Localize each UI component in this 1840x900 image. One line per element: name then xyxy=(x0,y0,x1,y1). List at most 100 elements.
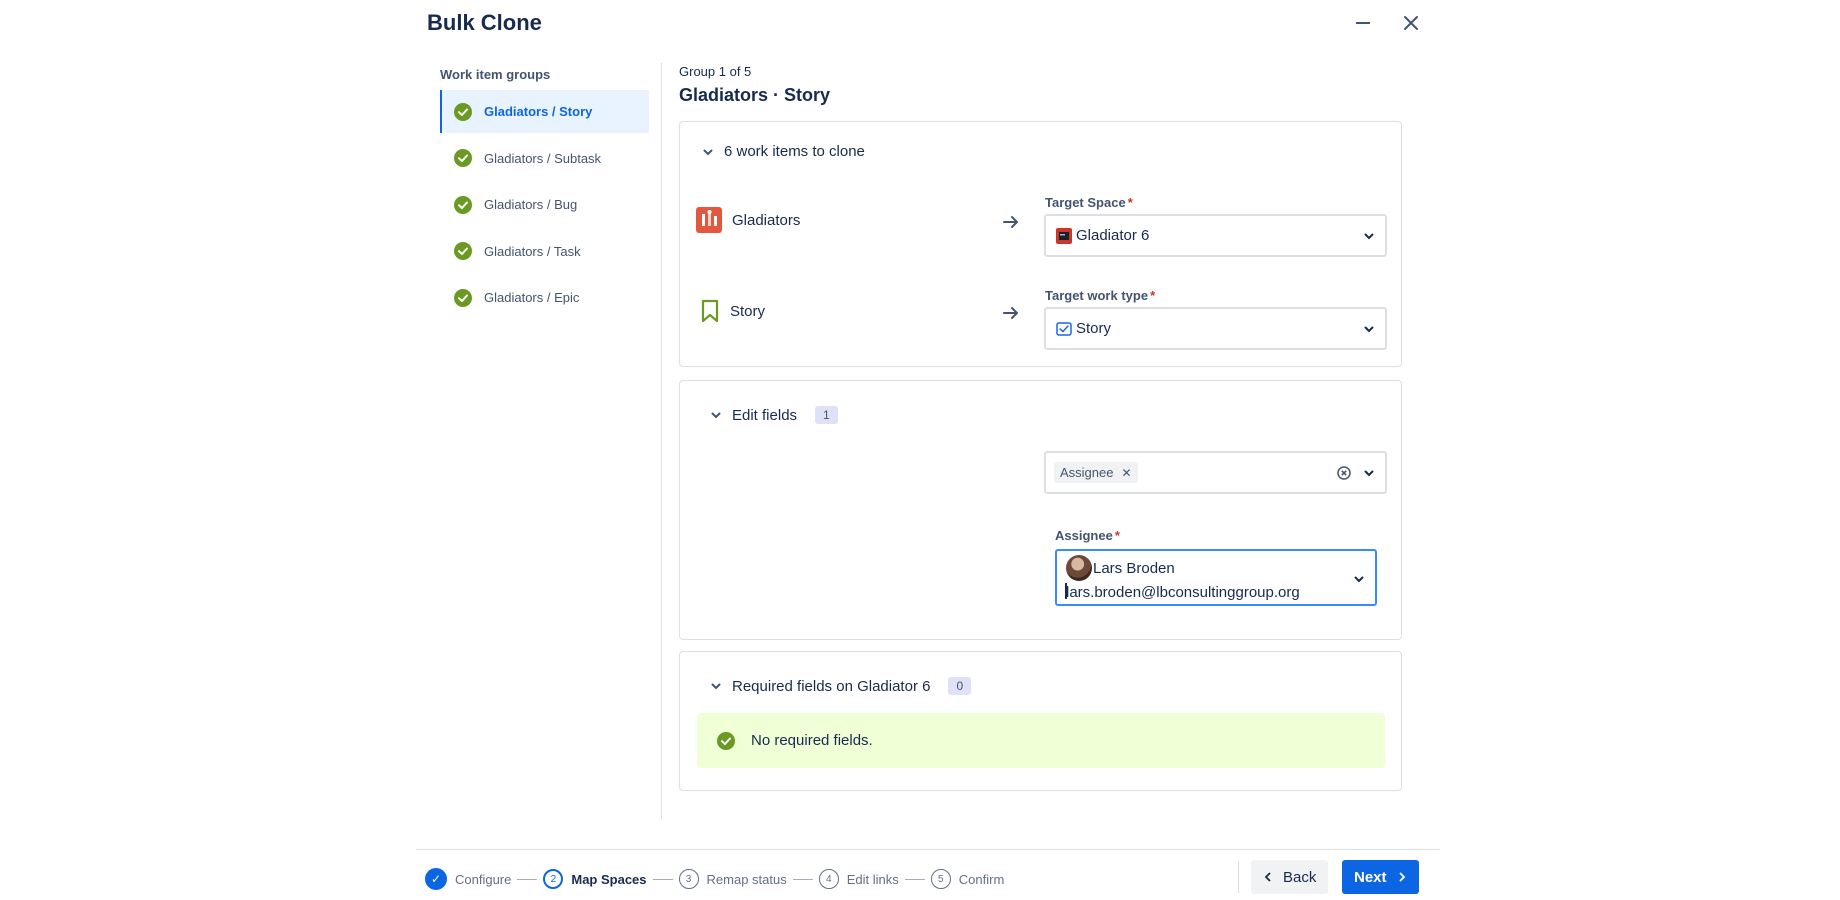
chevron-down-icon xyxy=(1354,576,1364,583)
fields-multiselect[interactable]: Assignee ✕ xyxy=(1044,451,1387,494)
edit-fields-heading: Edit fields xyxy=(732,406,798,424)
step-configure[interactable]: ✓ Configure xyxy=(425,868,511,890)
step-number: 4 xyxy=(818,869,839,889)
chevron-down-icon xyxy=(1364,470,1374,476)
groups-label: Work item groups xyxy=(440,67,551,82)
column-divider xyxy=(661,63,662,819)
group-item-bug[interactable]: Gladiators / Bug xyxy=(440,183,649,226)
assignee-name: Lars Broden xyxy=(1093,559,1175,577)
source-work-type-name: Story xyxy=(730,302,766,320)
check-circle-icon xyxy=(717,731,735,750)
source-work-type: Story xyxy=(700,299,765,323)
group-title: Gladiators · Story xyxy=(679,85,831,105)
assignee-chip-label: Assignee xyxy=(1060,465,1114,480)
step-edit-links[interactable]: 4 Edit links xyxy=(818,869,899,889)
check-circle-icon xyxy=(454,102,472,121)
clone-panel: 6 work items to clone Gladiators Target … xyxy=(679,121,1402,367)
clone-section-heading: 6 work items to clone xyxy=(724,143,865,160)
wizard-steps: ✓ Configure 2 Map Spaces 3 Remap status … xyxy=(425,866,1004,892)
minimize-icon xyxy=(1356,22,1370,24)
required-marker: * xyxy=(1114,528,1120,543)
chevron-down-icon xyxy=(703,149,713,155)
target-work-type-value: Story xyxy=(1076,320,1112,337)
group-item-story[interactable]: Gladiators / Story xyxy=(440,90,649,133)
arrow-right-icon xyxy=(1003,216,1018,228)
edit-fields-toggle[interactable]: Edit fields 1 xyxy=(710,406,838,424)
no-required-fields-text: No required fields. xyxy=(751,732,873,749)
story-type-icon xyxy=(1056,321,1072,336)
target-space-label: Target Space * xyxy=(1045,195,1133,210)
step-label: Confirm xyxy=(958,871,1005,887)
step-connector xyxy=(517,878,538,880)
check-circle-icon xyxy=(454,242,472,261)
source-space-name: Gladiators xyxy=(732,211,801,229)
target-space-label-text: Target Space xyxy=(1045,195,1126,210)
group-item-subtask[interactable]: Gladiators / Subtask xyxy=(440,137,649,180)
next-button[interactable]: Next xyxy=(1342,860,1419,894)
required-marker: * xyxy=(1127,195,1133,210)
chevron-left-icon xyxy=(1264,872,1271,882)
step-connector xyxy=(652,878,673,880)
step-label: Configure xyxy=(455,871,512,887)
group-item-epic[interactable]: Gladiators / Epic xyxy=(440,276,649,319)
target-work-type-label-text: Target work type xyxy=(1045,288,1149,303)
back-button[interactable]: Back xyxy=(1251,860,1329,894)
remove-chip-button[interactable]: ✕ xyxy=(1121,466,1131,480)
required-fields-count: 0 xyxy=(948,677,972,695)
step-number: 3 xyxy=(678,869,699,889)
no-required-fields-message: No required fields. xyxy=(697,713,1385,768)
clear-icon[interactable] xyxy=(1337,465,1351,480)
step-label: Edit links xyxy=(846,871,899,887)
source-space: Gladiators xyxy=(696,207,800,233)
footer-divider xyxy=(416,849,1440,850)
space-avatar-icon xyxy=(696,207,722,233)
clone-section-toggle[interactable]: 6 work items to clone xyxy=(702,143,865,160)
dialog-title: Bulk Clone xyxy=(427,10,542,35)
group-item-label: Gladiators / Task xyxy=(484,243,581,259)
step-remap-status[interactable]: 3 Remap status xyxy=(678,869,787,889)
group-counter: Group 1 of 5 xyxy=(679,64,752,79)
assignee-chip: Assignee ✕ xyxy=(1054,462,1138,483)
bookmark-icon xyxy=(701,299,719,323)
required-fields-toggle[interactable]: Required fields on Gladiator 6 0 xyxy=(710,677,972,695)
next-button-label: Next xyxy=(1354,868,1387,886)
required-fields-panel: Required fields on Gladiator 6 0 No requ… xyxy=(679,651,1402,791)
group-item-label: Gladiators / Bug xyxy=(484,197,578,213)
step-number: ✓ xyxy=(425,868,447,890)
target-work-type-label: Target work type * xyxy=(1045,288,1155,303)
assignee-user: Lars Broden xyxy=(1066,555,1175,581)
assignee-select[interactable]: Lars Broden lars.broden@lbconsultinggrou… xyxy=(1055,549,1377,606)
arrow-right-icon xyxy=(1003,307,1018,319)
close-button[interactable] xyxy=(1395,7,1427,39)
assignee-label: Assignee * xyxy=(1055,528,1120,543)
step-confirm[interactable]: 5 Confirm xyxy=(930,869,1005,889)
group-item-label: Gladiators / Story xyxy=(484,104,593,119)
edit-fields-count: 1 xyxy=(815,406,838,424)
chevron-down-icon xyxy=(711,412,721,419)
step-connector xyxy=(792,878,813,880)
back-button-label: Back xyxy=(1283,868,1317,886)
edit-fields-panel: Edit fields 1 Assignee ✕ Assignee * Lars … xyxy=(679,380,1402,640)
chevron-right-icon xyxy=(1399,872,1405,882)
assignee-label-text: Assignee xyxy=(1055,528,1113,543)
avatar xyxy=(1066,555,1092,581)
group-item-task[interactable]: Gladiators / Task xyxy=(440,230,649,273)
chevron-down-icon xyxy=(711,683,721,690)
required-marker: * xyxy=(1150,288,1156,303)
group-item-label: Gladiators / Subtask xyxy=(484,150,602,166)
chevron-down-icon xyxy=(1364,326,1374,332)
target-work-type-select[interactable]: Story xyxy=(1044,307,1387,350)
step-label: Remap status xyxy=(706,871,787,887)
group-item-label: Gladiators / Epic xyxy=(484,290,580,306)
target-space-value: Gladiator 6 xyxy=(1076,227,1150,244)
check-circle-icon xyxy=(454,195,472,214)
chevron-down-icon xyxy=(1364,233,1374,239)
required-fields-heading: Required fields on Gladiator 6 xyxy=(732,677,931,695)
group-list: Gladiators / Story Gladiators / Subtask … xyxy=(440,90,649,323)
minimize-button[interactable] xyxy=(1347,7,1379,39)
target-space-icon xyxy=(1056,227,1072,244)
step-connector xyxy=(904,878,925,880)
step-number: 5 xyxy=(930,869,951,889)
step-map-spaces[interactable]: 2 Map Spaces xyxy=(543,869,647,889)
target-space-select[interactable]: Gladiator 6 xyxy=(1044,214,1387,257)
